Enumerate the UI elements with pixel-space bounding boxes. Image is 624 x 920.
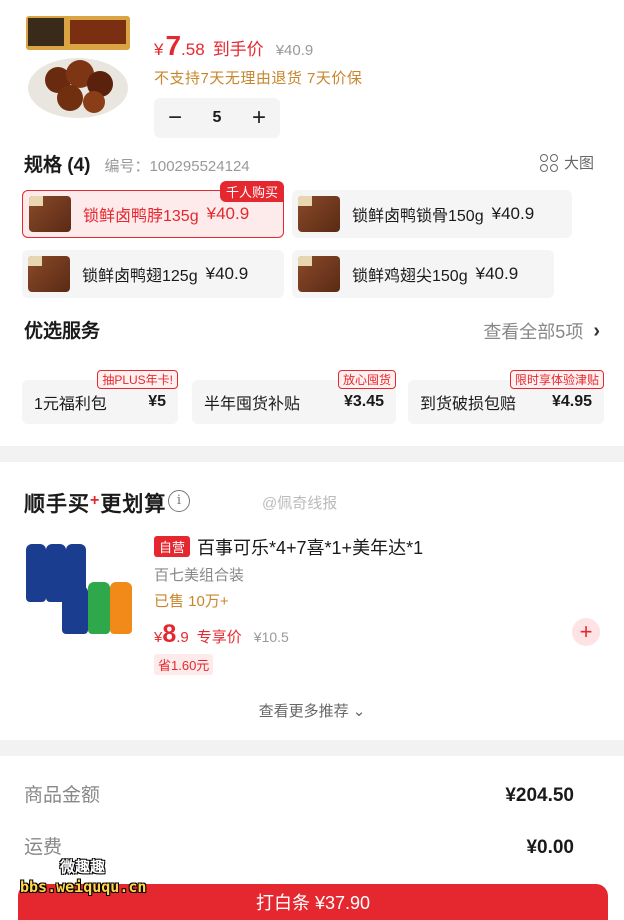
service-tag: 限时享体验津贴 — [509, 370, 604, 389]
spec-header: 规格 (4) 编号：100295524124 — [24, 150, 250, 177]
service-item-3[interactable]: 到货破损包赔 ¥4.95 限时享体验津贴 — [408, 370, 604, 424]
service-name: 到货破损包赔 — [420, 396, 517, 413]
bundle-subtitle: 百七美组合装 — [154, 567, 245, 584]
info-icon[interactable]: i — [168, 490, 190, 512]
saving-tag: 省1.60元 — [154, 654, 214, 675]
view-all-label: 查看全部5项 — [483, 322, 584, 342]
spec-name: 锁鲜卤鸭翅125g — [82, 268, 198, 285]
service-tag: 抽PLUS年卡! — [97, 370, 178, 389]
bundle-title-plus: + — [90, 492, 101, 509]
quantity-stepper: − 5 + — [154, 98, 280, 138]
shipping-row: 运费 ¥0.00 — [24, 832, 574, 859]
bundle-card: 顺手买+更划算 i @佩奇线报 自营 百事可乐*4+7喜*1+美年达*1 百七美… — [0, 462, 624, 740]
chevron-right-icon: › — [593, 319, 600, 342]
spec-thumbnail — [28, 256, 70, 292]
grid-icon — [539, 153, 558, 172]
spec-thumbnail — [298, 196, 340, 232]
product-thumbnail[interactable] — [22, 14, 134, 124]
return-policy: 不支持7天无理由退货 7天价保 — [154, 70, 363, 87]
big-picture-label: 大图 — [563, 155, 594, 172]
bundle-price: ¥ 8 .9 专享价 ¥10.5 — [154, 620, 289, 649]
minus-button[interactable]: − — [164, 106, 186, 130]
goods-amount-row: 商品金额 ¥204.50 — [24, 780, 574, 807]
quantity-value[interactable]: 5 — [213, 109, 222, 127]
plus-button[interactable]: + — [248, 106, 270, 130]
self-operated-badge: 自营 — [154, 536, 191, 557]
service-item-2[interactable]: 半年囤货补贴 ¥3.45 放心囤货 — [192, 370, 396, 424]
services-title: 优选服务 — [24, 321, 101, 342]
spec-price: ¥40.9 — [475, 264, 519, 283]
watermark: @佩奇线报 — [262, 495, 338, 512]
service-tag: 放心囤货 — [337, 370, 396, 389]
bundle-name[interactable]: 百事可乐*4+7喜*1+美年达*1 — [197, 534, 423, 560]
spec-thumbnail — [29, 196, 71, 232]
view-all-services[interactable]: 查看全部5项 › — [483, 318, 600, 344]
spec-option-2[interactable]: 锁鲜卤鸭锁骨150g ¥40.9 — [292, 190, 572, 238]
spec-title: 规格 (4) — [24, 155, 91, 176]
price-label: 专享价 — [196, 629, 242, 646]
big-picture-button[interactable]: 大图 — [539, 152, 594, 173]
price-decimal: .58 — [181, 40, 205, 59]
spec-name: 锁鲜卤鸭锁骨150g — [352, 208, 484, 225]
spec-option-1[interactable]: 锁鲜卤鸭脖135g ¥40.9 千人购买 — [22, 181, 284, 238]
price-label: 到手价 — [212, 40, 264, 59]
price-symbol: ¥ — [154, 40, 164, 59]
bundle-thumbnail[interactable] — [22, 534, 136, 644]
price-integer: 7 — [165, 30, 182, 61]
bundle-title-b: 更划算 — [100, 493, 167, 516]
service-value: ¥4.95 — [551, 393, 592, 410]
add-to-cart-button[interactable]: + — [572, 618, 600, 646]
original-price: ¥10.5 — [253, 629, 289, 645]
spec-price: ¥40.9 — [205, 264, 249, 283]
bundle-title: 顺手买+更划算 — [24, 488, 166, 518]
original-price: ¥40.9 — [275, 42, 314, 59]
spec-price: ¥40.9 — [206, 204, 250, 223]
service-name: 半年囤货补贴 — [204, 396, 301, 413]
service-item-1[interactable]: 1元福利包 ¥5 抽PLUS年卡! — [22, 370, 178, 424]
product-card: ¥ 7 .58 到手价 ¥40.9 不支持7天无理由退货 7天价保 − 5 + … — [0, 0, 624, 446]
spec-code: 编号：100295524124 — [104, 158, 250, 175]
price-symbol: ¥ — [154, 629, 163, 646]
service-name: 1元福利包 — [34, 396, 107, 413]
spec-option-3[interactable]: 锁鲜卤鸭翅125g ¥40.9 — [22, 250, 284, 298]
spec-option-4[interactable]: 锁鲜鸡翅尖150g ¥40.9 — [292, 250, 554, 298]
overlay-site-name: 微趣趣 — [60, 859, 106, 876]
hot-tag: 千人购买 — [219, 181, 284, 202]
spec-name: 锁鲜鸡翅尖150g — [352, 268, 468, 285]
bundle-title-a: 顺手买 — [24, 493, 90, 516]
spec-name: 锁鲜卤鸭脖135g — [83, 208, 199, 225]
goods-amount-value: ¥204.50 — [505, 785, 574, 806]
service-value: ¥3.45 — [343, 393, 384, 410]
shipping-label: 运费 — [24, 837, 63, 858]
shipping-value: ¥0.00 — [526, 837, 574, 858]
final-price: ¥ 7 .58 到手价 ¥40.9 — [154, 30, 313, 62]
spec-price: ¥40.9 — [491, 204, 535, 223]
price-decimal: .9 — [176, 629, 189, 646]
spec-thumbnail — [298, 256, 340, 292]
bundle-sold-count: 已售 10万+ — [154, 593, 229, 610]
more-recommendations[interactable]: 查看更多推荐 ⌄ — [0, 700, 624, 721]
price-integer: 8 — [162, 620, 177, 648]
goods-amount-label: 商品金额 — [24, 785, 101, 806]
service-value: ¥5 — [148, 393, 166, 410]
overlay-site-url: bbs.weiququ.cn — [20, 878, 147, 896]
